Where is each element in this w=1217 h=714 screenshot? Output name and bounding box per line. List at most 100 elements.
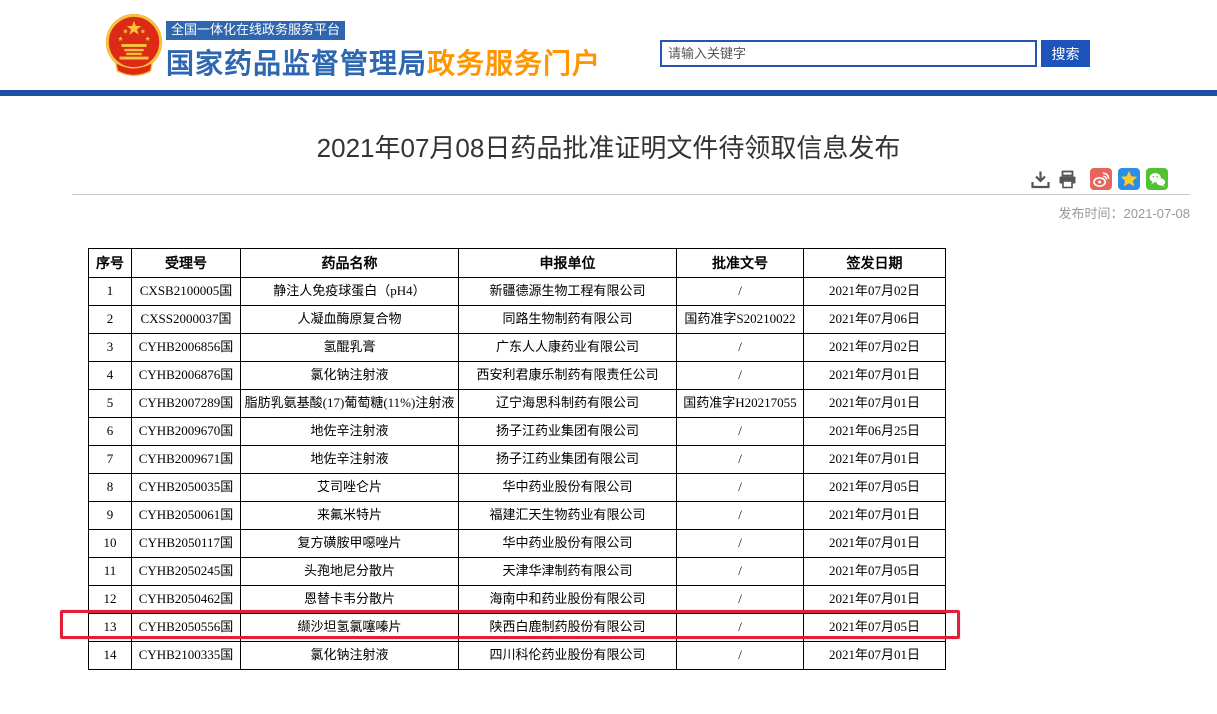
table-cell: / <box>677 278 804 306</box>
table-cell: 2021年07月01日 <box>804 362 946 390</box>
print-icon[interactable] <box>1057 169 1078 190</box>
table-cell: 8 <box>89 474 132 502</box>
column-header: 申报单位 <box>459 249 677 278</box>
table-row: 14CYHB2100335国氯化钠注射液四川科伦药业股份有限公司/2021年07… <box>89 642 946 670</box>
table-cell: CYHB2050061国 <box>132 502 241 530</box>
table-cell: / <box>677 446 804 474</box>
table-cell: CYHB2100335国 <box>132 642 241 670</box>
table-cell: 13 <box>89 614 132 642</box>
table-cell: 氢醌乳膏 <box>241 334 459 362</box>
site-title-agency: 国家药品监督管理局 <box>166 48 427 79</box>
table-cell: / <box>677 502 804 530</box>
table-cell: CYHB2050245国 <box>132 558 241 586</box>
table-cell: 地佐辛注射液 <box>241 418 459 446</box>
table-cell: / <box>677 558 804 586</box>
site-title: 国家药品监督管理局政务服务门户 <box>166 42 601 82</box>
table-cell: 海南中和药业股份有限公司 <box>459 586 677 614</box>
table-row: 5CYHB2007289国脂肪乳氨基酸(17)葡萄糖(11%)注射液辽宁海思科制… <box>89 390 946 418</box>
table-cell: 静注人免疫球蛋白（pH4） <box>241 278 459 306</box>
table-cell: CYHB2009670国 <box>132 418 241 446</box>
table-cell: 2021年06月25日 <box>804 418 946 446</box>
table-wrap: 序号受理号药品名称申报单位批准文号签发日期 1CXSB2100005国静注人免疫… <box>88 248 945 670</box>
table-cell: 12 <box>89 586 132 614</box>
table-cell: 辽宁海思科制药有限公司 <box>459 390 677 418</box>
table-cell: 10 <box>89 530 132 558</box>
table-cell: 华中药业股份有限公司 <box>459 530 677 558</box>
table-row: 11CYHB2050245国头孢地尼分散片天津华津制药有限公司/2021年07月… <box>89 558 946 586</box>
table-cell: 陕西白鹿制药股份有限公司 <box>459 614 677 642</box>
table-cell: 2021年07月01日 <box>804 502 946 530</box>
table-cell: 14 <box>89 642 132 670</box>
table-cell: 广东人人康药业有限公司 <box>459 334 677 362</box>
brand-block: 全国一体化在线政务服务平台 国家药品监督管理局政务服务门户 <box>166 21 601 82</box>
table-cell: CYHB2050117国 <box>132 530 241 558</box>
table-cell: 扬子江药业集团有限公司 <box>459 418 677 446</box>
table-cell: / <box>677 362 804 390</box>
table-cell: 脂肪乳氨基酸(17)葡萄糖(11%)注射液 <box>241 390 459 418</box>
column-header: 药品名称 <box>241 249 459 278</box>
table-cell: CYHB2006856国 <box>132 334 241 362</box>
svg-text:★: ★ <box>140 28 146 35</box>
approval-table: 序号受理号药品名称申报单位批准文号签发日期 1CXSB2100005国静注人免疫… <box>88 248 946 670</box>
table-cell: 2021年07月05日 <box>804 474 946 502</box>
column-header: 批准文号 <box>677 249 804 278</box>
table-cell: 2021年07月05日 <box>804 614 946 642</box>
table-cell: 华中药业股份有限公司 <box>459 474 677 502</box>
table-cell: 4 <box>89 362 132 390</box>
table-cell: 2021年07月01日 <box>804 642 946 670</box>
table-row: 2CXSS2000037国人凝血酶原复合物同路生物制药有限公司国药准字S2021… <box>89 306 946 334</box>
header-divider-bar <box>0 90 1217 96</box>
table-cell: CXSB2100005国 <box>132 278 241 306</box>
svg-text:★: ★ <box>145 36 151 43</box>
table-cell: 地佐辛注射液 <box>241 446 459 474</box>
table-cell: 天津华津制药有限公司 <box>459 558 677 586</box>
page-title: 2021年07月08日药品批准证明文件待领取信息发布 <box>0 128 1217 165</box>
publish-time: 发布时间：2021-07-08 <box>1059 203 1191 222</box>
table-cell: 11 <box>89 558 132 586</box>
table-row: 13CYHB2050556国缬沙坦氢氯噻嗪片陕西白鹿制药股份有限公司/2021年… <box>89 614 946 642</box>
table-cell: CYHB2050035国 <box>132 474 241 502</box>
column-header: 受理号 <box>132 249 241 278</box>
search-input[interactable] <box>660 40 1037 67</box>
table-cell: 3 <box>89 334 132 362</box>
table-cell: / <box>677 642 804 670</box>
table-cell: 2021年07月02日 <box>804 334 946 362</box>
qzone-share-icon[interactable] <box>1118 168 1140 190</box>
table-cell: 福建汇天生物药业有限公司 <box>459 502 677 530</box>
table-row: 3CYHB2006856国氢醌乳膏广东人人康药业有限公司/2021年07月02日 <box>89 334 946 362</box>
table-cell: 2021年07月01日 <box>804 530 946 558</box>
table-cell: CYHB2050556国 <box>132 614 241 642</box>
article-toolbar <box>1030 168 1168 190</box>
table-cell: 缬沙坦氢氯噻嗪片 <box>241 614 459 642</box>
column-header: 序号 <box>89 249 132 278</box>
table-cell: 恩替卡韦分散片 <box>241 586 459 614</box>
table-row: 7CYHB2009671国地佐辛注射液扬子江药业集团有限公司/2021年07月0… <box>89 446 946 474</box>
table-header-row: 序号受理号药品名称申报单位批准文号签发日期 <box>89 249 946 278</box>
table-cell: 西安利君康乐制药有限责任公司 <box>459 362 677 390</box>
table-cell: 新疆德源生物工程有限公司 <box>459 278 677 306</box>
table-cell: 复方磺胺甲噁唑片 <box>241 530 459 558</box>
svg-text:★: ★ <box>122 28 128 35</box>
svg-text:★: ★ <box>118 36 124 43</box>
table-cell: 2021年07月01日 <box>804 390 946 418</box>
table-cell: 头孢地尼分散片 <box>241 558 459 586</box>
table-cell: / <box>677 614 804 642</box>
search-box: 搜索 <box>660 40 1090 67</box>
table-row: 6CYHB2009670国地佐辛注射液扬子江药业集团有限公司/2021年06月2… <box>89 418 946 446</box>
national-emblem-logo: ★ ★ ★ ★ <box>103 12 165 78</box>
table-cell: 1 <box>89 278 132 306</box>
download-icon[interactable] <box>1030 169 1051 190</box>
table-cell: 9 <box>89 502 132 530</box>
search-button[interactable]: 搜索 <box>1041 40 1090 67</box>
table-cell: / <box>677 586 804 614</box>
table-cell: / <box>677 334 804 362</box>
table-row: 10CYHB2050117国复方磺胺甲噁唑片华中药业股份有限公司/2021年07… <box>89 530 946 558</box>
weibo-share-icon[interactable] <box>1090 168 1112 190</box>
table-cell: 2021年07月01日 <box>804 586 946 614</box>
table-cell: / <box>677 474 804 502</box>
table-cell: 6 <box>89 418 132 446</box>
wechat-share-icon[interactable] <box>1146 168 1168 190</box>
table-row: 4CYHB2006876国氯化钠注射液西安利君康乐制药有限责任公司/2021年0… <box>89 362 946 390</box>
table-row: 1CXSB2100005国静注人免疫球蛋白（pH4）新疆德源生物工程有限公司/2… <box>89 278 946 306</box>
column-header: 签发日期 <box>804 249 946 278</box>
